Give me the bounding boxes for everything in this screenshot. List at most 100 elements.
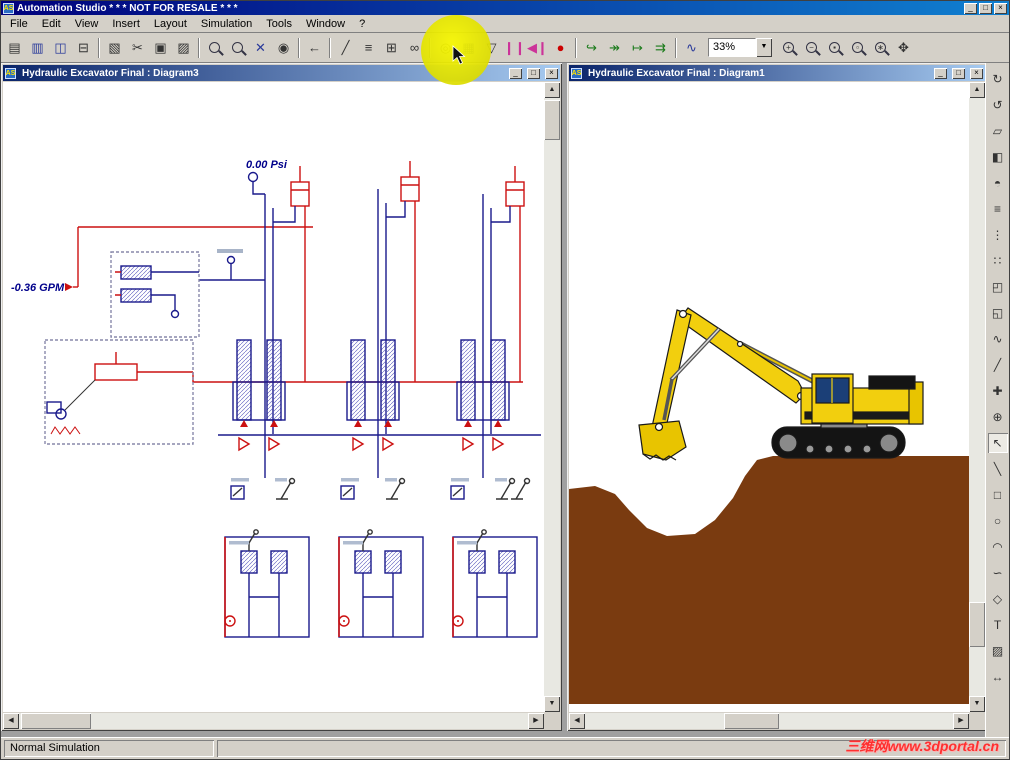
scroll-left-button[interactable]: ◀	[3, 713, 19, 729]
scroll-right-button[interactable]: ▶	[528, 713, 544, 729]
return-lines[interactable]	[199, 189, 541, 478]
valve-group-2[interactable]	[346, 339, 400, 452]
undo-button[interactable]: ←	[303, 36, 326, 59]
menu-file[interactable]: File	[3, 16, 35, 32]
plot-button[interactable]: ∿	[680, 36, 703, 59]
zoom-in-button[interactable]: +	[777, 36, 800, 59]
pilot-control-2[interactable]	[340, 477, 406, 500]
scroll-down-button[interactable]: ▼	[544, 696, 560, 712]
pointer-tool-button[interactable]: ↖	[987, 433, 1008, 453]
menu-simulation[interactable]: Simulation	[194, 16, 259, 32]
preview-button[interactable]: ▧	[103, 36, 126, 59]
zoom-all-button[interactable]: ∗	[869, 36, 892, 59]
bring-to-front-button[interactable]: ◰	[988, 277, 1008, 297]
excavator-tracks[interactable]	[771, 426, 906, 459]
zoom-out-button[interactable]: −	[800, 36, 823, 59]
diagram3-hscrollbar[interactable]: ◀ ▶	[3, 713, 544, 729]
scroll-up-button[interactable]: ▲	[544, 82, 560, 98]
send-to-back-button[interactable]: ◱	[988, 303, 1008, 323]
minimize-button[interactable]: _	[964, 2, 977, 14]
pressure-gauge[interactable]: 0.00 Psi	[217, 159, 288, 280]
menu-insert[interactable]: Insert	[105, 16, 147, 32]
hscroll-thumb[interactable]	[21, 713, 91, 729]
diagram1-vscrollbar[interactable]: ▲ ▼	[969, 82, 985, 712]
copy-button[interactable]: ▣	[149, 36, 172, 59]
hscroll-thumb[interactable]	[724, 713, 779, 729]
snapshot-button[interactable]: ◉	[272, 36, 295, 59]
pump-unit[interactable]	[44, 339, 194, 445]
step-over-button[interactable]: ↠	[603, 36, 626, 59]
menu-help[interactable]: ?	[352, 16, 372, 32]
find-button[interactable]	[203, 36, 226, 59]
diagram3-minimize-button[interactable]: _	[509, 67, 522, 79]
relief-valve-box[interactable]	[110, 251, 200, 338]
diagram3-close-button[interactable]: ×	[545, 67, 558, 79]
diagram1-hscrollbar[interactable]: ◀ ▶	[569, 713, 969, 729]
step-out-button[interactable]: ↦	[626, 36, 649, 59]
menu-tools[interactable]: Tools	[259, 16, 299, 32]
pause-button[interactable]: ❙❙	[503, 36, 526, 59]
polygon-tool-button[interactable]: ◇	[988, 589, 1008, 609]
cut-button[interactable]: ✂	[126, 36, 149, 59]
diagram3-canvas[interactable]: 0.00 Psi -0.36 GPM	[3, 82, 544, 712]
diagram3-maximize-button[interactable]: □	[527, 67, 540, 79]
vscroll-thumb[interactable]	[969, 602, 985, 647]
zoom-combo[interactable]: 33% ▼	[708, 38, 772, 58]
line-draw-button[interactable]: ╲	[988, 459, 1008, 479]
image-tool-button[interactable]: ▨	[988, 641, 1008, 661]
stop-button[interactable]: ●	[549, 36, 572, 59]
rotate-ccw-button[interactable]: ↺	[988, 95, 1008, 115]
text-tool-button[interactable]: T	[988, 615, 1008, 635]
fit-view-button[interactable]: ↔	[988, 667, 1008, 687]
new-button[interactable]: ▤	[3, 36, 26, 59]
pan-button[interactable]: ✥	[892, 36, 915, 59]
cylinder-group[interactable]	[290, 161, 525, 207]
diagram1-canvas[interactable]	[569, 82, 969, 712]
zoom-window-button[interactable]: ▪	[823, 36, 846, 59]
diagram1-close-button[interactable]: ×	[970, 67, 983, 79]
component-search-button[interactable]: ✕	[249, 36, 272, 59]
curve-tool-button[interactable]: ∽	[988, 563, 1008, 583]
diagram3-vscrollbar[interactable]: ▲ ▼	[544, 82, 560, 712]
line-tool-button[interactable]: ╱	[334, 36, 357, 59]
ellipse-tool-button[interactable]: ○	[988, 511, 1008, 531]
paste-button[interactable]: ▨	[172, 36, 195, 59]
flip-diagonal-button[interactable]: ▱	[988, 121, 1008, 141]
step-into-button[interactable]: ↪	[580, 36, 603, 59]
menu-window[interactable]: Window	[299, 16, 352, 32]
print-button[interactable]: ⊟	[72, 36, 95, 59]
align-button[interactable]: ≡	[988, 199, 1008, 219]
connector-tool-button[interactable]: ∿	[988, 329, 1008, 349]
close-button[interactable]: ×	[994, 2, 1007, 14]
flip-horizontal-button[interactable]: ◧	[988, 147, 1008, 167]
pilot-control-3[interactable]	[450, 477, 516, 500]
maximize-button[interactable]: □	[979, 2, 992, 14]
distribute-button[interactable]: ⋮	[988, 225, 1008, 245]
play-pause-button[interactable]: ◀❙	[526, 36, 549, 59]
scroll-up-button[interactable]: ▲	[969, 82, 985, 98]
draw-link-button[interactable]: ╱	[988, 355, 1008, 375]
sub-circuit-1[interactable]	[224, 529, 310, 638]
diagram1-maximize-button[interactable]: □	[952, 67, 965, 79]
insert-point-button[interactable]: ✚	[988, 381, 1008, 401]
sub-circuit-3[interactable]	[452, 529, 538, 638]
polyline-tool-button[interactable]: ≡	[357, 36, 380, 59]
menu-view[interactable]: View	[68, 16, 106, 32]
diagram1-titlebar[interactable]: AS Hydraulic Excavator Final : Diagram1 …	[569, 65, 985, 81]
zoom-page-button[interactable]: ▫	[846, 36, 869, 59]
rotate-cw-button[interactable]: ↻	[988, 69, 1008, 89]
scroll-down-button[interactable]: ▼	[969, 696, 985, 712]
scroll-left-button[interactable]: ◀	[569, 713, 585, 729]
menu-layout[interactable]: Layout	[147, 16, 194, 32]
excavator-cab[interactable]	[811, 373, 854, 424]
menu-edit[interactable]: Edit	[35, 16, 68, 32]
pilot-control-1[interactable]	[230, 477, 296, 500]
vscroll-thumb[interactable]	[544, 100, 560, 140]
sub-circuit-2[interactable]	[338, 529, 424, 638]
scroll-right-button[interactable]: ▶	[953, 713, 969, 729]
probe-tool-button[interactable]: ⊕	[988, 407, 1008, 427]
app-titlebar[interactable]: AS Automation Studio * * * NOT FOR RESAL…	[1, 1, 1009, 15]
zoom-value[interactable]: 33%	[708, 38, 756, 57]
run-to-button[interactable]: ⇉	[649, 36, 672, 59]
dropdown-arrow-icon[interactable]: ▼	[756, 38, 772, 57]
